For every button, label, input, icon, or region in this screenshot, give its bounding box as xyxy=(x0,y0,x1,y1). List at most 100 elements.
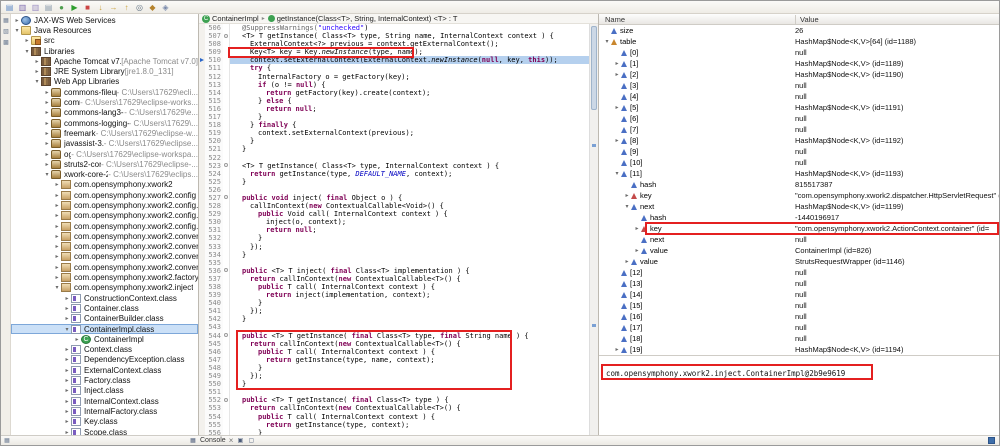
line-number[interactable]: 513 xyxy=(205,80,223,89)
variable-row[interactable]: ▸ [5] HashMap$Node<K,V> (id=1191) xyxy=(599,102,999,113)
tree-item[interactable]: ▸ commons-logging-1.1.3.jar - C:\Users\17… xyxy=(11,118,198,128)
gutter-marker-column[interactable] xyxy=(199,339,205,348)
line-number[interactable]: 552 xyxy=(205,396,223,405)
gutter-marker-column[interactable] xyxy=(199,80,205,89)
variable-row[interactable]: ▸ key "com.opensymphony.xwork2.dispatcher.… xyxy=(599,190,999,201)
expand-arrow-icon[interactable]: ▸ xyxy=(43,89,51,96)
line-number[interactable]: 554 xyxy=(205,412,223,421)
variable-row[interactable]: ▸ [2] HashMap$Node<K,V> (id=1190) xyxy=(599,69,999,80)
fold-column[interactable] xyxy=(223,420,230,429)
gutter-marker-column[interactable] xyxy=(199,388,205,397)
expand-arrow-icon[interactable]: ▸ xyxy=(63,418,71,425)
line-number[interactable]: 523 xyxy=(205,161,223,170)
line-number[interactable]: 530 xyxy=(205,218,223,227)
expand-arrow-icon[interactable]: ▸ xyxy=(63,305,71,312)
line-number[interactable]: 548 xyxy=(205,363,223,373)
fold-column[interactable] xyxy=(223,372,230,381)
variable-row[interactable]: [10] null xyxy=(599,157,999,168)
line-number[interactable]: 506 xyxy=(205,24,223,33)
line-number[interactable]: 532 xyxy=(205,234,223,243)
expand-arrow-icon[interactable]: ▸ xyxy=(53,253,61,260)
gutter-marker-column[interactable] xyxy=(199,323,205,332)
gutter-marker-column[interactable] xyxy=(199,193,205,203)
variable-row[interactable]: ▸ key "com.opensymphony.xwork2.ActionConte… xyxy=(599,222,999,235)
expand-arrow-icon[interactable]: ▸ xyxy=(63,367,71,374)
gutter-marker-column[interactable] xyxy=(199,299,205,308)
line-number[interactable]: 517 xyxy=(205,113,223,122)
expand-arrow-icon[interactable]: ▸ xyxy=(63,408,71,415)
expand-arrow-icon[interactable]: ▸ xyxy=(63,346,71,353)
tree-item[interactable]: ▸ ognl-3.0.19.jar - C:\Users\17629\eclips… xyxy=(11,149,198,159)
save-all-icon[interactable]: ▥ xyxy=(30,2,41,13)
collapse-arrow-icon[interactable]: ▾ xyxy=(33,78,41,85)
expand-arrow-icon[interactable]: ▸ xyxy=(613,137,621,144)
expand-arrow-icon[interactable]: ▸ xyxy=(63,315,71,322)
tree-item[interactable]: ▸ commons-fileupload-1.3.2.jar - C:\Users… xyxy=(11,87,198,97)
gutter-marker-column[interactable] xyxy=(199,32,205,41)
tree-item[interactable]: ▸ com.opensymphony.xwork2.conversion.impl xyxy=(11,252,198,262)
tree-item[interactable]: ▸ ContainerBuilder.class xyxy=(11,314,198,324)
restore-view-icon-1[interactable]: ▦ xyxy=(2,17,10,25)
variable-row[interactable]: [9] null xyxy=(599,146,999,157)
line-number[interactable]: 514 xyxy=(205,88,223,97)
variable-row[interactable]: ▾ [11] HashMap$Node<K,V> (id=1193) xyxy=(599,168,999,179)
fold-column[interactable] xyxy=(223,96,230,105)
line-number[interactable]: 540 xyxy=(205,299,223,308)
restore-view-icon-2[interactable]: ▧ xyxy=(2,28,10,36)
tree-item[interactable]: ▸ Scope.class xyxy=(11,427,198,435)
gutter-marker-column[interactable] xyxy=(199,202,205,211)
variable-row[interactable]: [15] null xyxy=(599,300,999,311)
fold-column[interactable] xyxy=(223,202,230,211)
editor-pane[interactable]: ContainerImpl ▸ getInstance(Class<T>, St… xyxy=(199,14,598,435)
tree-item[interactable]: ▸ com.opensymphony.xwork2.config xyxy=(11,190,198,200)
tree-item[interactable]: ▾ Web App Libraries xyxy=(11,77,198,87)
line-number[interactable]: 524 xyxy=(205,169,223,178)
gutter-marker-column[interactable] xyxy=(199,307,205,316)
console-tab[interactable]: ▦ Console × ▣ ▢ xyxy=(189,436,255,445)
code-area[interactable]: 506 @SuppressWarnings("unchecked") 507 <T> … xyxy=(199,24,589,435)
line-number[interactable]: 529 xyxy=(205,210,223,219)
gutter-marker-column[interactable] xyxy=(199,250,205,259)
tree-item[interactable]: ▸ Key.class xyxy=(11,417,198,427)
variables-view[interactable]: Name Value size 26 ▾ table HashMap$Node<K,V>… xyxy=(598,14,999,435)
variable-row[interactable]: ▸ [19] HashMap$Node<K,V> (id=1194) xyxy=(599,344,999,355)
fold-column[interactable] xyxy=(223,339,230,348)
variable-row[interactable]: [13] null xyxy=(599,278,999,289)
expand-arrow-icon[interactable]: ▸ xyxy=(13,17,21,24)
fold-column[interactable] xyxy=(223,169,230,178)
line-number[interactable]: 507 xyxy=(205,32,223,41)
variable-row[interactable]: [14] null xyxy=(599,289,999,300)
fold-column[interactable] xyxy=(223,40,230,49)
fold-column[interactable] xyxy=(223,121,230,130)
fold-column[interactable] xyxy=(223,185,230,194)
fold-column[interactable] xyxy=(223,80,230,89)
expand-arrow-icon[interactable]: ▸ xyxy=(53,202,61,209)
gutter-marker-column[interactable] xyxy=(199,283,205,292)
gutter-marker-column[interactable] xyxy=(199,40,205,49)
step-into-icon[interactable]: ↓ xyxy=(95,2,106,13)
project-explorer[interactable]: ▸ JAX-WS Web Services ▾ Java Resources ▸ src ▾… xyxy=(11,14,199,435)
collapse-arrow-icon[interactable]: ▾ xyxy=(603,38,611,45)
gutter-marker-column[interactable] xyxy=(199,420,205,429)
expand-arrow-icon[interactable]: ▸ xyxy=(63,387,71,394)
fold-marker-icon[interactable] xyxy=(224,195,228,200)
line-number[interactable]: 533 xyxy=(205,242,223,251)
variable-row[interactable]: [18] null xyxy=(599,333,999,344)
gutter-marker-column[interactable] xyxy=(199,145,205,154)
gutter-marker-column[interactable] xyxy=(199,161,205,170)
fold-marker-icon[interactable] xyxy=(224,163,228,168)
variable-row[interactable]: ▸ value ContainerImpl (id=826) xyxy=(599,245,999,256)
tree-item[interactable]: ▸ com.opensymphony.xwork2.config.provider… xyxy=(11,221,198,231)
expand-arrow-icon[interactable]: ▸ xyxy=(73,336,81,343)
gutter-marker-column[interactable] xyxy=(199,169,205,178)
expand-arrow-icon[interactable]: ▸ xyxy=(63,295,71,302)
tree-item[interactable]: ▸ Apache Tomcat v7.0 [Apache Tomcat v7.0] xyxy=(11,56,198,66)
fold-column[interactable] xyxy=(223,283,230,292)
gutter-marker-column[interactable] xyxy=(199,137,205,146)
fold-column[interactable] xyxy=(223,266,230,275)
expand-arrow-icon[interactable]: ▸ xyxy=(613,60,621,67)
gutter-marker-column[interactable] xyxy=(199,372,205,381)
line-number[interactable]: 510 xyxy=(205,56,223,65)
tree-item[interactable]: ▸ com.opensymphony.xwork2.conversion xyxy=(11,231,198,241)
tree-item[interactable]: ▸ JRE System Library [jre1.8.0_131] xyxy=(11,66,198,77)
